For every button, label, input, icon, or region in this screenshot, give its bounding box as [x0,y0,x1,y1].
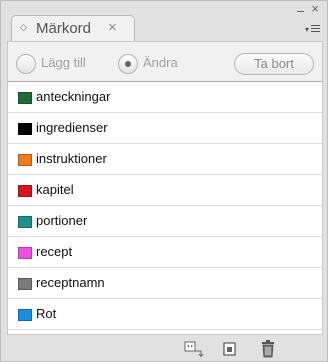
tag-color-swatch [18,216,32,228]
tag-label: kapitel [36,182,74,197]
tag-color-swatch [18,247,32,259]
tab-title: Märkord [36,20,92,37]
list-item[interactable]: anteckningar [8,82,322,113]
radio-selected-dot [125,61,131,67]
tag-list: anteckningar ingredienser instruktioner … [7,81,323,335]
tag-color-swatch [18,154,32,166]
close-icon[interactable]: × [311,2,319,15]
tab-close-icon[interactable]: × [108,19,117,36]
list-item[interactable]: instruktioner [8,144,322,175]
tag-label: portioner [36,213,88,228]
panel-menu-icon[interactable]: ▾ [305,25,321,37]
minimize-icon[interactable] [297,11,304,12]
tag-color-swatch [18,185,32,197]
delete-tag-icon[interactable] [257,339,279,359]
add-radio-label[interactable]: Lägg till [41,55,86,70]
tag-color-swatch [18,309,32,321]
new-tag-icon[interactable] [219,339,241,359]
panel-window-controls: × ▾ [293,2,321,37]
tag-to-element-icon[interactable] [183,339,205,359]
list-item[interactable]: recept [8,237,322,268]
tag-color-swatch [18,278,32,290]
list-item[interactable]: portioner [8,206,322,237]
tag-label: anteckningar [36,89,111,104]
change-radio-label[interactable]: Ändra [143,55,178,70]
list-item[interactable]: Rot [8,299,322,330]
tag-label: receptnamn [36,275,105,290]
panel-footer [1,335,327,362]
tag-label: recept [36,244,73,259]
tag-label: Rot [36,306,57,321]
tab-tags[interactable]: ◇ Märkord × [11,15,135,41]
tag-label: instruktioner [36,151,107,166]
change-radio[interactable] [118,54,138,74]
delete-button[interactable]: Ta bort [234,53,314,75]
tag-label: ingredienser [36,120,108,135]
list-item[interactable]: ingredienser [8,113,322,144]
tag-color-swatch [18,92,32,104]
add-radio[interactable] [16,54,36,74]
tag-toolbar: Lägg till Ändra Ta bort [7,41,323,81]
tag-color-swatch [18,123,32,135]
list-item[interactable]: receptnamn [8,268,322,299]
tab-collapse-icon[interactable]: ◇ [20,22,27,33]
list-item[interactable]: kapitel [8,175,322,206]
tags-panel: × ▾ ◇ Märkord × Lägg till Ändra Ta bort … [0,0,328,362]
